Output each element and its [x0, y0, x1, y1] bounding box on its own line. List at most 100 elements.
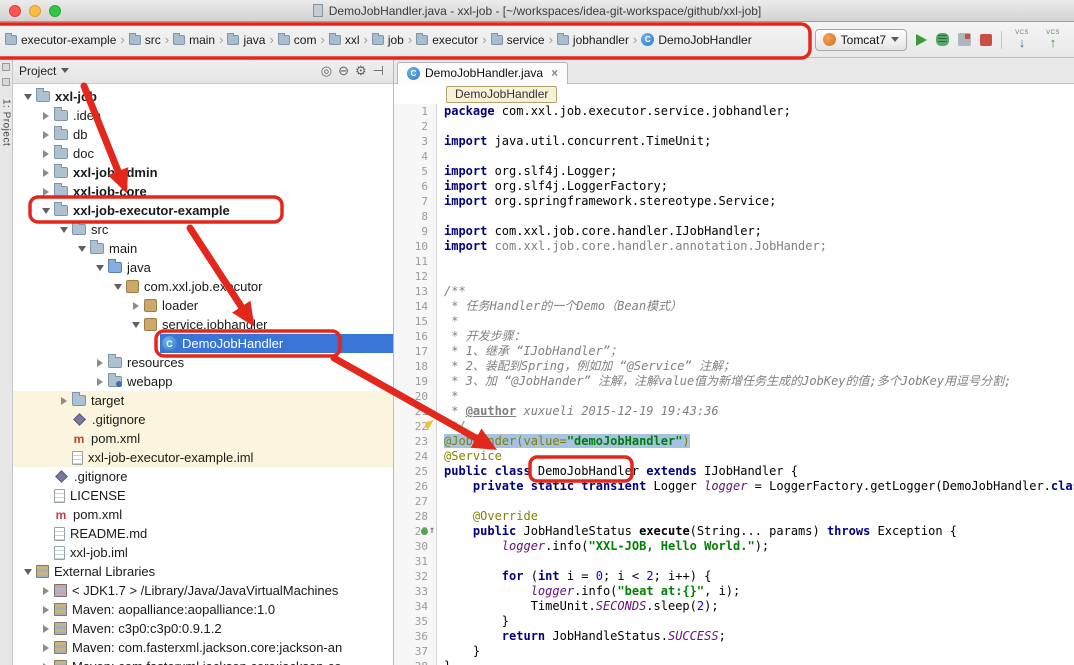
- vcs-update-button[interactable]: VCS ↓: [1011, 30, 1033, 49]
- code-area[interactable]: package com.xxl.job.executor.service.job…: [437, 104, 1074, 665]
- tree-item[interactable]: db: [13, 125, 393, 144]
- settings-icon[interactable]: ⚙: [352, 64, 370, 77]
- breadcrumb-item[interactable]: java: [224, 31, 268, 49]
- breadcrumb-item[interactable]: main: [170, 31, 218, 49]
- tree-item[interactable]: webapp: [13, 372, 393, 391]
- collapse-all-icon[interactable]: ⊖: [335, 64, 352, 77]
- gutter-line-number: 38: [394, 659, 436, 665]
- close-tab-icon[interactable]: ×: [551, 66, 558, 80]
- run-button[interactable]: [916, 34, 927, 46]
- tree-item[interactable]: Maven: aopalliance:aopalliance:1.0: [13, 600, 393, 619]
- gutter-line-number: 8: [394, 209, 436, 224]
- breadcrumb-item[interactable]: jobhandler: [554, 31, 632, 49]
- hide-panel-icon[interactable]: ⊣: [370, 64, 387, 77]
- project-tool-window-button[interactable]: 1: Project: [1, 99, 12, 146]
- override-dot: [421, 528, 428, 535]
- close-window-button[interactable]: [9, 5, 21, 17]
- tree-item[interactable]: java: [13, 258, 393, 277]
- tree-item-content: service.jobhandler: [142, 315, 393, 334]
- expand-arrow-icon[interactable]: [39, 144, 52, 163]
- tree-item[interactable]: Maven: com.fasterxml.jackson.core:jackso…: [13, 657, 393, 665]
- expand-arrow-icon[interactable]: [39, 163, 52, 182]
- tree-item[interactable]: doc: [13, 144, 393, 163]
- editor-tab-demojobhandler[interactable]: C DemoJobHandler.java ×: [397, 62, 568, 84]
- breadcrumb-item[interactable]: com: [275, 31, 320, 49]
- locate-icon[interactable]: ◎: [318, 64, 335, 77]
- code-line: import com.xxl.job.core.handler.annotati…: [444, 239, 1074, 254]
- tree-item[interactable]: Maven: c3p0:c3p0:0.9.1.2: [13, 619, 393, 638]
- tree-item[interactable]: xxl-job-admin: [13, 163, 393, 182]
- expand-arrow-icon[interactable]: [75, 239, 88, 258]
- gutter-line-number: 5: [394, 164, 436, 179]
- coverage-button[interactable]: [958, 33, 971, 46]
- expand-arrow-icon[interactable]: [57, 220, 70, 239]
- tree-item[interactable]: External Libraries: [13, 562, 393, 581]
- tree-item[interactable]: src: [13, 220, 393, 239]
- run-configuration-select[interactable]: Tomcat7: [815, 29, 907, 51]
- code-line: @JobHander(value="demoJobHandler"): [444, 434, 1074, 449]
- expand-arrow-icon[interactable]: [39, 600, 52, 619]
- breadcrumb-item[interactable]: job: [369, 31, 407, 49]
- tree-item[interactable]: xxl-job: [13, 87, 393, 106]
- tree-item[interactable]: loader: [13, 296, 393, 315]
- expand-arrow-icon[interactable]: [39, 182, 52, 201]
- zoom-window-button[interactable]: [49, 5, 61, 17]
- tool-window-icon[interactable]: [2, 63, 10, 71]
- expand-arrow-icon[interactable]: [93, 258, 106, 277]
- tree-item[interactable]: mpom.xml: [13, 505, 393, 524]
- expand-arrow-icon[interactable]: [129, 315, 142, 334]
- tree-item[interactable]: LICENSE: [13, 486, 393, 505]
- tree-spacer: [39, 467, 52, 486]
- code-line: import org.slf4j.LoggerFactory;: [444, 179, 1074, 194]
- expand-arrow-icon[interactable]: [93, 353, 106, 372]
- breadcrumb-item[interactable]: src: [126, 31, 164, 49]
- expand-arrow-icon[interactable]: [39, 619, 52, 638]
- expand-arrow-icon[interactable]: [39, 581, 52, 600]
- expand-arrow-icon[interactable]: [93, 372, 106, 391]
- expand-arrow-icon[interactable]: [111, 277, 124, 296]
- tree-item[interactable]: mpom.xml: [13, 429, 393, 448]
- vcs-commit-button[interactable]: VCS ↑: [1042, 30, 1064, 49]
- tree-item[interactable]: README.md: [13, 524, 393, 543]
- tree-item-content: xxl-job-executor-example: [52, 201, 393, 220]
- chevron-down-icon[interactable]: [61, 68, 69, 73]
- tree-item[interactable]: .gitignore: [13, 467, 393, 486]
- expand-arrow-icon[interactable]: [57, 391, 70, 410]
- tree-item[interactable]: main: [13, 239, 393, 258]
- breadcrumb-item[interactable]: CDemoJobHandler: [638, 31, 754, 49]
- tree-item[interactable]: service.jobhandler: [13, 315, 393, 334]
- stop-button[interactable]: [980, 34, 992, 46]
- expand-arrow-icon[interactable]: [39, 106, 52, 125]
- tree-item[interactable]: .idea: [13, 106, 393, 125]
- override-icon[interactable]: ↑: [421, 526, 435, 536]
- tree-item[interactable]: < JDK1.7 > /Library/Java/JavaVirtualMach…: [13, 581, 393, 600]
- expand-arrow-icon[interactable]: [129, 296, 142, 315]
- tree-item[interactable]: Maven: com.fasterxml.jackson.core:jackso…: [13, 638, 393, 657]
- expand-arrow-icon[interactable]: [39, 657, 52, 665]
- expand-arrow-icon[interactable]: [39, 125, 52, 144]
- tree-item[interactable]: resources: [13, 353, 393, 372]
- folder-icon: [372, 35, 384, 45]
- tree-item[interactable]: CDemoJobHandler: [13, 334, 393, 353]
- editor-context-crumb[interactable]: DemoJobHandler: [446, 86, 557, 103]
- tree-item[interactable]: .gitignore: [13, 410, 393, 429]
- expand-arrow-icon[interactable]: [39, 638, 52, 657]
- expand-arrow-icon[interactable]: [21, 87, 34, 106]
- expand-arrow-icon[interactable]: [21, 562, 34, 581]
- tree-item[interactable]: xxl-job-core: [13, 182, 393, 201]
- breadcrumb-item[interactable]: executor-example: [2, 31, 119, 49]
- breadcrumb-item[interactable]: service: [488, 31, 548, 49]
- tree-item[interactable]: xxl-job.iml: [13, 543, 393, 562]
- tree-item[interactable]: xxl-job-executor-example.iml: [13, 448, 393, 467]
- tree-item[interactable]: target: [13, 391, 393, 410]
- breadcrumb-item[interactable]: executor: [413, 31, 481, 49]
- minimize-window-button[interactable]: [29, 5, 41, 17]
- debug-button[interactable]: [936, 33, 949, 46]
- tree-item-content: Maven: c3p0:c3p0:0.9.1.2: [52, 619, 393, 638]
- tool-window-icon[interactable]: [2, 78, 10, 86]
- breadcrumb-item[interactable]: xxl: [326, 31, 363, 49]
- tree-item[interactable]: com.xxl.job.executor: [13, 277, 393, 296]
- expand-arrow-icon[interactable]: [39, 201, 52, 220]
- tree-item-content: LICENSE: [52, 486, 393, 505]
- tree-item[interactable]: xxl-job-executor-example: [13, 201, 393, 220]
